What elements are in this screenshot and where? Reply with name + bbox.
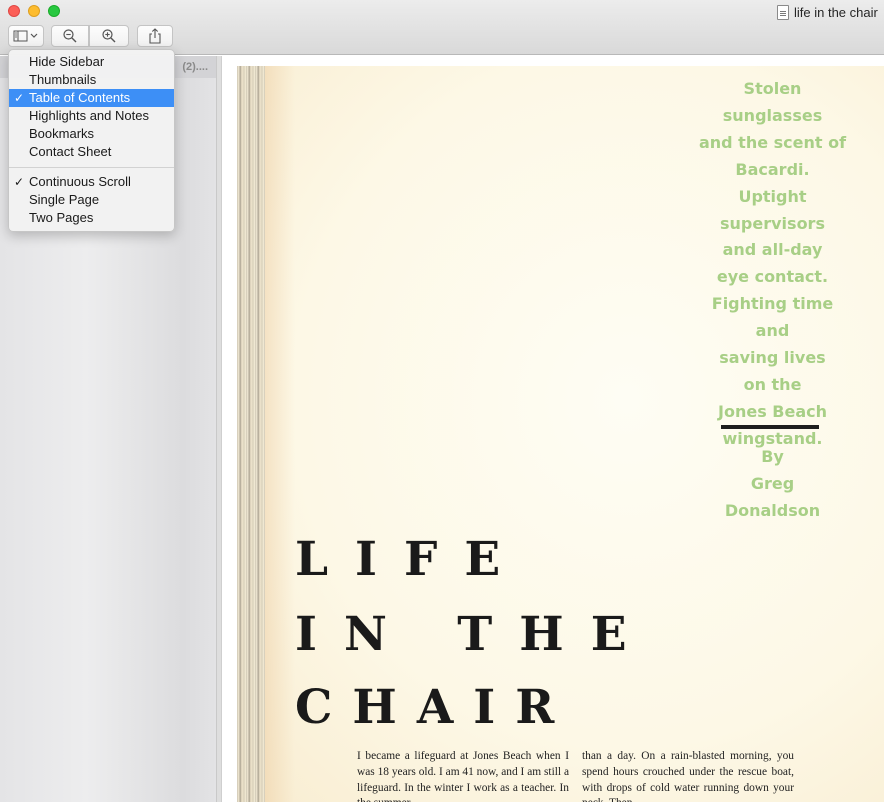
window-title-text: life in the chair: [794, 4, 878, 20]
checkmark-icon: ✓: [14, 91, 25, 105]
body-column-1: I became a lifeguard at Jones Beach when…: [357, 750, 569, 802]
menu-item-single-page[interactable]: Single Page: [9, 191, 174, 209]
share-button[interactable]: [137, 25, 173, 47]
sidebar-view-button[interactable]: [8, 25, 44, 47]
menu-item-highlights-and-notes[interactable]: Highlights and Notes: [9, 107, 174, 125]
byline-line: Donaldson: [724, 500, 821, 520]
page-binding-edge: [237, 66, 265, 802]
deck-rule: [721, 425, 819, 429]
zoom-out-icon: [63, 29, 77, 43]
minimize-window-button[interactable]: [28, 5, 40, 17]
menu-item-table-of-contents[interactable]: ✓ Table of Contents: [9, 89, 174, 107]
document-icon: [777, 4, 789, 20]
menu-item-label: Table of Contents: [29, 90, 131, 105]
headline-line-1: LIFE: [295, 532, 528, 587]
menu-item-label: Hide Sidebar: [29, 54, 105, 69]
menu-item-hide-sidebar[interactable]: Hide Sidebar: [9, 53, 174, 71]
deck-line: and the scent of: [698, 132, 847, 152]
deck-line: Jones Beach: [718, 401, 827, 421]
byline-line: By: [761, 447, 784, 466]
deck-line: saving lives: [719, 348, 826, 368]
zoom-in-icon: [102, 29, 116, 43]
menu-item-two-pages[interactable]: Two Pages: [9, 209, 174, 227]
article-byline: By Greg Donaldson: [685, 444, 860, 525]
menu-item-thumbnails[interactable]: Thumbnails: [9, 71, 174, 89]
byline-line: Greg: [750, 473, 795, 493]
headline-line-3: CHAIR: [295, 680, 575, 735]
document-viewer[interactable]: Stolen sunglasses and the scent of Bacardi.…: [222, 56, 884, 802]
share-icon: [149, 28, 161, 44]
deck-line: and all-day: [722, 240, 823, 260]
menu-item-label: Highlights and Notes: [29, 108, 149, 123]
sidebar-view-menu: Hide Sidebar Thumbnails ✓ Table of Contents…: [8, 49, 175, 232]
window-title: life in the chair: [777, 3, 878, 21]
title-bar: life in the chair: [0, 0, 884, 55]
sidebar-header-text: (2)....: [182, 61, 208, 73]
sidebar-icon: [13, 30, 38, 42]
zoom-in-button[interactable]: [89, 25, 129, 47]
zoom-out-button[interactable]: [51, 25, 89, 47]
body-column-2: than a day. On a rain-blasted morning, y…: [582, 750, 794, 802]
zoom-window-button[interactable]: [48, 5, 60, 17]
deck-line: eye contact.: [716, 267, 829, 287]
menu-item-contact-sheet[interactable]: Contact Sheet: [9, 143, 174, 161]
document-page: Stolen sunglasses and the scent of Bacardi.…: [237, 66, 884, 802]
close-window-button[interactable]: [8, 5, 20, 17]
deck-line: Fighting time: [711, 294, 834, 314]
menu-item-label: Continuous Scroll: [29, 174, 131, 189]
menu-item-bookmarks[interactable]: Bookmarks: [9, 125, 174, 143]
article-deck: Stolen sunglasses and the scent of Bacardi.…: [685, 76, 860, 453]
deck-line: sunglasses: [722, 105, 823, 125]
deck-line: Bacardi.: [735, 159, 810, 179]
deck-line: Uptight supervisors: [720, 186, 825, 233]
menu-item-continuous-scroll[interactable]: ✓ Continuous Scroll: [9, 173, 174, 191]
headline-line-2: IN THE: [295, 607, 654, 662]
menu-item-label: Contact Sheet: [29, 144, 112, 159]
menu-item-label: Bookmarks: [29, 126, 95, 141]
menu-item-label: Two Pages: [29, 210, 94, 225]
deck-line: Stolen: [743, 79, 802, 98]
checkmark-icon: ✓: [14, 175, 25, 189]
deck-line: on the: [743, 374, 802, 394]
menu-item-label: Thumbnails: [29, 72, 97, 87]
menu-item-label: Single Page: [29, 192, 100, 207]
menu-separator: [9, 167, 174, 168]
deck-line: and: [755, 321, 790, 341]
